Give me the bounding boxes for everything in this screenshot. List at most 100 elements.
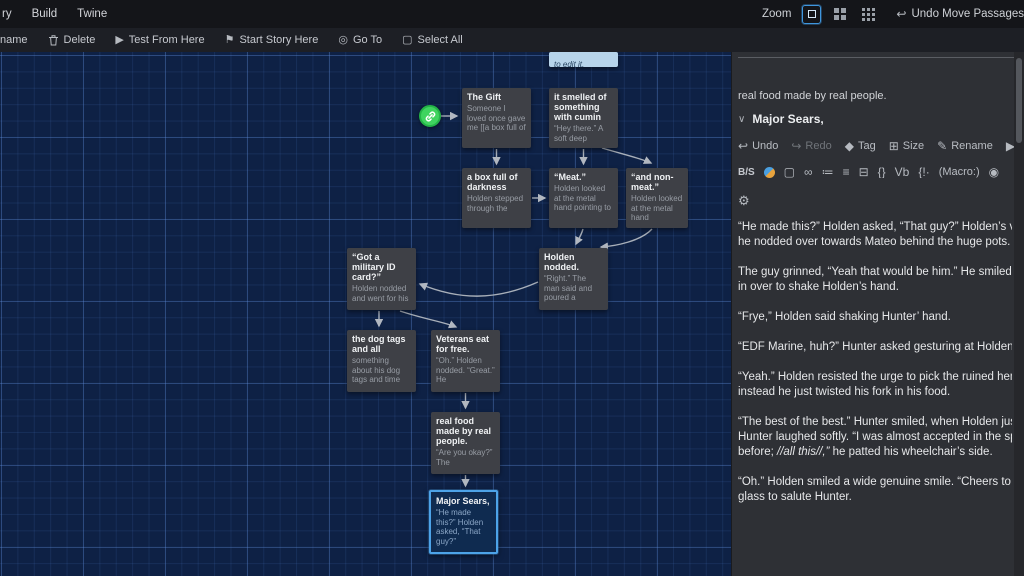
size-label: Size [903,140,924,152]
zoom-label: Zoom [762,8,791,20]
undo-button[interactable]: ↩ Undo [738,140,778,152]
delete-button[interactable]: Delete [48,34,96,46]
passage-excerpt: “Right.” The man said and poured a [544,274,603,303]
zoom-medium-button[interactable] [830,5,849,24]
passage-text-line: “Frye,” Holden said shaking Hunter’ hand… [738,310,1012,325]
passage-excerpt: Holden looked at the metal hand [631,194,683,223]
passage-excerpt: “Hey there.” A soft deep [554,124,613,143]
passage-node[interactable]: The Gift Someone I loved once gave me [[… [462,88,531,148]
paragraph: The guy grinned, “Yeah that would be him… [738,265,1012,295]
paragraph: “Frye,” Holden said shaking Hunter’ hand… [738,310,1012,325]
macro-button[interactable]: (Macro:) [939,166,980,178]
passage-node[interactable]: “Meat.” Holden looked at the metal hand … [549,168,618,228]
broken-link-badge[interactable] [419,105,441,127]
previous-passage-title: real food made by real people. [738,90,1012,102]
passage-text-line: “He made this?” Holden asked, “That guy?… [738,220,1012,235]
undo-label: Undo [752,140,778,152]
passage-node[interactable]: it smelled of something with cumin “Hey … [549,88,618,148]
trash-icon [48,34,59,46]
menu-build[interactable]: Build [32,8,58,20]
passage-node[interactable]: Holden nodded. “Right.” The man said and… [539,248,608,310]
passage-node[interactable]: a box full of darkness Holden stepped th… [462,168,531,228]
passage-title: “Got a military ID card?” [352,252,411,282]
select-all-button[interactable]: ▢ Select All [402,34,463,46]
panel-divider [738,57,1014,58]
italic-text-segment: //all this//,” [777,446,829,458]
editor-scrollbar[interactable] [1014,52,1024,576]
numbered-list-button[interactable]: ≔ [822,166,834,178]
test-from-here-button[interactable]: ▶ Test From Here [115,34,204,46]
passage-text-line: Hunter laughed softly. “I was almost acc… [738,430,1012,445]
twine-app: ry Build Twine Zoom ↩ Undo Move Passages [0,0,1024,576]
passage-node[interactable]: “and non-meat.” Holden looked at the met… [626,168,688,228]
passage-node[interactable]: “Got a military ID card?” Holden nodded … [347,248,416,310]
select-all-label: Select All [418,34,463,46]
partial-passage-text: to edit it. [554,60,584,67]
link-button[interactable]: ∞ [804,166,813,178]
color-palette-button[interactable] [764,167,775,178]
passage-toolbar: name Delete ▶ Test From Here ⚑ Start Sto… [0,28,1024,52]
verbatim-button[interactable]: Vb [895,166,910,178]
menubar: ry Build Twine Zoom ↩ Undo Move Passages [0,0,1024,28]
passage-node-selected[interactable]: Major Sears, “He made this?” Holden aske… [429,490,498,554]
link-icon [424,110,437,123]
editor-toolbar-primary: ↩ Undo ↪ Redo ◆ Tag ⊞ Size ✎ Rename ▶ Te [738,140,1024,152]
passage-node[interactable]: real food made by real people. “Are you … [431,412,500,474]
passage-text-editor[interactable]: “He made this?” Holden asked, “That guy?… [738,220,1012,576]
passage-text-line: before; //all this//,” he patted his whe… [738,445,1012,460]
rename-passage-button[interactable]: ✎ Rename [937,140,993,152]
scrollbar-thumb[interactable] [1016,58,1022,143]
chevron-down-icon: ∨ [738,114,745,125]
menu-story[interactable]: ry [2,8,12,20]
grid-2x2-icon [833,7,847,21]
undo-move-passages-label: Undo Move Passages [911,8,1024,20]
passage-title: the dog tags and all [352,334,411,354]
editor-settings-row: ⚙ [738,192,750,210]
undo-icon: ↩ [896,8,906,20]
rename-button[interactable]: name [0,34,28,46]
go-to-label: Go To [353,34,382,46]
editor-passage-title: Major Sears, [752,112,823,126]
passage-node[interactable]: the dog tags and all something about his… [347,330,416,392]
menubar-right-group: Zoom ↩ Undo Move Passages [762,5,1024,24]
passage-text-line: “Oh.” Holden smiled a wide genuine smile… [738,475,1012,490]
passage-text-line: “Yeah.” Holden resisted the urge to pick… [738,370,1012,385]
passage-title: a box full of darkness [467,172,526,192]
size-button[interactable]: ⊞ Size [889,140,924,152]
preview-eye-button[interactable]: ◉ [989,166,999,178]
bulleted-list-button[interactable]: ≡ [843,166,850,178]
macro-open-button[interactable]: {!· [918,166,929,178]
passage-excerpt: “Oh.” Holden nodded. “Great.” He [436,356,495,385]
alignment-button[interactable]: ⊟ [859,166,869,178]
passage-excerpt: “Are you okay?” The [436,448,495,467]
redo-icon: ↪ [791,140,801,152]
passage-links [0,52,731,576]
rename-label: name [0,34,28,46]
select-square-icon: ▢ [402,35,412,46]
story-map-canvas[interactable]: to edit it. The Gift Someone I loved onc… [0,52,731,576]
undo-move-passages-button[interactable]: ↩ Undo Move Passages [896,8,1024,20]
passage-node-partial[interactable]: to edit it. [549,52,618,67]
passage-title: The Gift [467,92,526,102]
passage-excerpt: Holden looked at the metal hand pointing… [554,184,613,213]
zoom-full-button[interactable] [802,5,821,24]
undo-icon: ↩ [738,140,748,152]
zoom-full-icon [808,10,816,18]
paragraph: “Yeah.” Holden resisted the urge to pick… [738,370,1012,400]
passage-node[interactable]: Veterans eat for free. “Oh.” Holden nodd… [431,330,500,392]
start-story-here-button[interactable]: ⚑ Start Story Here [225,34,319,46]
menu-twine[interactable]: Twine [77,8,107,20]
tag-button[interactable]: ◆ Tag [845,140,876,152]
redo-button[interactable]: ↪ Redo [791,140,831,152]
passage-text-line: he nodded over towards Mateo behind the … [738,235,1012,250]
passage-text-line: glass to salute Hunter. [738,490,1012,505]
passage-excerpt: something about his dog tags and time [352,356,411,385]
flag-icon: ⚑ [225,35,235,46]
bold-strike-button[interactable]: B/S [738,167,755,178]
zoom-small-button[interactable] [858,5,877,24]
box-style-button[interactable]: ▢ [784,166,795,178]
passage-editor-header[interactable]: ∨ Major Sears, [738,112,824,126]
hook-braces-button[interactable]: {} [878,166,886,178]
go-to-button[interactable]: ◎ Go To [338,34,382,46]
gear-icon[interactable]: ⚙ [738,193,750,208]
